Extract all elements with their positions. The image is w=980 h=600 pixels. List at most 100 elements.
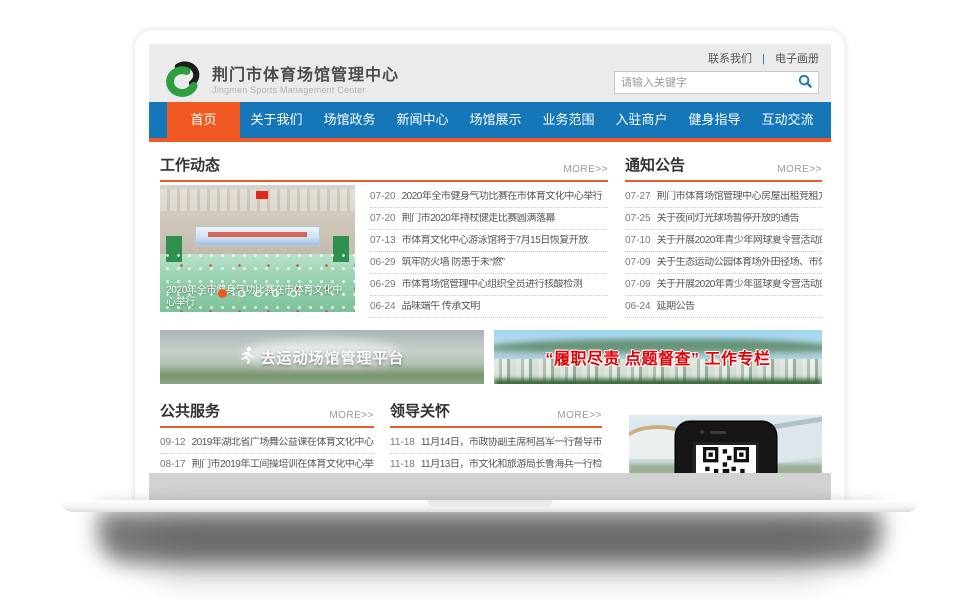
item-date: 06-24 xyxy=(370,301,396,313)
item-title: 品味端午 传承文明 xyxy=(402,301,480,313)
contact-link[interactable]: 联系我们 xyxy=(708,53,752,65)
list-item[interactable]: 07-20荆门市2020年持杖健走比赛圆满落幕 xyxy=(370,208,608,230)
nav-item-merchants[interactable]: 入驻商户 xyxy=(605,102,678,138)
search-box xyxy=(614,71,819,94)
list-item[interactable]: 06-24 品味端午 传承文明 xyxy=(370,296,608,318)
laptop-screen-frame: 联系我们 | 电子画册 荆门市体育场馆管理中心 Jingmen Sports M… xyxy=(135,30,845,500)
more-link[interactable]: MORE>> xyxy=(329,410,374,421)
banner-supervision-column[interactable]: “履职尽责 点题督查” 工作专栏 xyxy=(494,330,822,384)
search-input[interactable] xyxy=(615,77,792,89)
topbar-divider: | xyxy=(762,53,765,65)
section-title: 公共服务 xyxy=(160,400,220,421)
item-date: 07-09 xyxy=(625,279,651,291)
item-title: 关于开展2020年青少年篮球夏令营活动的通告 xyxy=(657,279,822,291)
site-title: 荆门市体育场馆管理中心 xyxy=(212,67,399,85)
item-title: 11月14日，市政协副主席柯昌军一行督导市生态运 xyxy=(421,437,602,449)
more-link[interactable]: MORE>> xyxy=(777,164,822,175)
item-date: 07-10 xyxy=(625,235,651,247)
album-link[interactable]: 电子画册 xyxy=(775,53,819,65)
qr-code-icon xyxy=(693,442,759,473)
list-item[interactable]: 06-29筑牢防火墙 防患于未“燃” xyxy=(370,252,608,274)
item-date: 11-18 xyxy=(390,437,415,449)
phone-camera xyxy=(700,430,704,434)
banner-left-text: 去运动场馆管理平台 xyxy=(260,347,404,368)
carousel-dot[interactable] xyxy=(272,290,279,297)
main-content: 工作动态 MORE>> 2020年全市健身气功比赛在市体育文化中心举行 xyxy=(149,142,831,473)
mobile-qr-image[interactable] xyxy=(629,415,822,473)
item-title: 关于生态运动公园体育场外田径场、市体育文化 xyxy=(657,257,822,269)
section-public-service: 公共服务 MORE>> 09-122019年湖北省广场舞公益课在体育文化中心落幕… xyxy=(160,400,374,476)
section-work-news: 工作动态 MORE>> 2020年全市健身气功比赛在市体育文化中心举行 xyxy=(160,154,608,182)
item-date: 11-18 xyxy=(390,459,415,471)
item-title: 关于夜间灯光球场暂停开放的通告 xyxy=(657,213,800,225)
topbar-links: 联系我们 | 电子画册 xyxy=(708,50,819,66)
main-nav: 首页 关于我们 场馆政务 新闻中心 场馆展示 业务范围 入驻商户 健身指导 互动… xyxy=(149,102,831,138)
section-leadership-care: 领导关怀 MORE>> 11-18 11月14日，市政协副主席柯昌军一行督导市生态… xyxy=(390,400,602,476)
banner-venue-platform[interactable]: 去运动场馆管理平台 xyxy=(160,330,484,384)
list-item[interactable]: 07-09 关于生态运动公园体育场外田径场、市体育文化 xyxy=(625,252,822,274)
item-title: 11月13日，市文化和旅游局长鲁海兵一行检查市生 xyxy=(421,459,602,471)
site-header: 联系我们 | 电子画册 荆门市体育场馆管理中心 Jingmen Sports M… xyxy=(149,44,831,102)
leader-list: 11-18 11月14日，市政协副主席柯昌军一行督导市生态运 11-18 11月13… xyxy=(390,432,602,476)
flag-icon xyxy=(256,191,268,199)
search-button[interactable] xyxy=(792,72,818,93)
banner-right-text: “履职尽责 点题督查” 工作专栏 xyxy=(546,345,771,369)
item-date: 09-12 xyxy=(160,437,186,449)
item-date: 07-27 xyxy=(625,191,651,203)
runner-icon xyxy=(239,346,255,368)
site-footer xyxy=(149,473,831,500)
page: 联系我们 | 电子画册 荆门市体育场馆管理中心 Jingmen Sports M… xyxy=(0,0,980,600)
list-item[interactable]: 07-10 关于开展2020年青少年网球夏令营活动的通告 xyxy=(625,230,822,252)
laptop-base-notch xyxy=(428,500,553,507)
service-list: 09-122019年湖北省广场舞公益课在体育文化中心落幕 08-17荆门市201… xyxy=(160,432,374,476)
carousel-dot[interactable] xyxy=(218,289,227,298)
item-title: 2020年全市健身气功比赛在市体育文化中心举行 xyxy=(402,191,603,203)
carousel-dot[interactable] xyxy=(290,290,297,297)
nav-item-interact[interactable]: 互动交流 xyxy=(751,102,824,138)
item-title: 市体育文化中心游泳馆将于7月15日恢复开放 xyxy=(402,235,588,247)
nav-item-venue-affairs[interactable]: 场馆政务 xyxy=(313,102,386,138)
item-date: 06-29 xyxy=(370,279,396,291)
carousel-dot[interactable] xyxy=(238,290,245,297)
nav-item-news[interactable]: 新闻中心 xyxy=(386,102,459,138)
more-link[interactable]: MORE>> xyxy=(557,410,602,421)
smartphone-image xyxy=(676,422,776,473)
item-date: 07-13 xyxy=(370,235,396,247)
logo-swoosh-icon xyxy=(163,57,205,104)
item-title: 延期公告 xyxy=(657,301,695,313)
section-title: 工作动态 xyxy=(160,154,220,175)
item-title: 筑牢防火墙 防患于未“燃” xyxy=(402,257,505,269)
site-subtitle: Jingmen Sports Management Center xyxy=(212,85,399,95)
nav-item-venue-show[interactable]: 场馆展示 xyxy=(459,102,532,138)
nav-item-business[interactable]: 业务范围 xyxy=(532,102,605,138)
section-title: 领导关怀 xyxy=(390,400,450,421)
list-item[interactable]: 07-27 荆门市体育场馆管理中心房屋出租竞租方案 xyxy=(625,186,822,208)
list-item[interactable]: 07-09 关于开展2020年青少年篮球夏令营活动的通告 xyxy=(625,274,822,296)
more-link[interactable]: MORE>> xyxy=(563,164,608,175)
item-date: 07-20 xyxy=(370,191,396,203)
carousel-dot[interactable] xyxy=(255,290,262,297)
list-item[interactable]: 09-122019年湖北省广场舞公益课在体育文化中心落幕 xyxy=(160,432,374,454)
site-logo[interactable]: 荆门市体育场馆管理中心 Jingmen Sports Management Ce… xyxy=(163,57,399,104)
nav-item-home[interactable]: 首页 xyxy=(167,102,240,138)
list-item[interactable]: 07-20 2020年全市健身气功比赛在市体育文化中心举行 xyxy=(370,186,608,208)
item-title: 荆门市体育场馆管理中心房屋出租竞租方案 xyxy=(657,191,822,203)
list-item[interactable]: 07-25关于夜间灯光球场暂停开放的通告 xyxy=(625,208,822,230)
section-notices: 通知公告 MORE>> 07-27 荆门市体育场馆管理中心房屋出租竞租方案 07-… xyxy=(625,154,822,318)
news-carousel[interactable]: 2020年全市健身气功比赛在市体育文化中心举行 xyxy=(160,185,355,312)
laptop-shadow-soft xyxy=(150,524,830,576)
carousel-photo-banner xyxy=(195,226,320,246)
phone-speaker xyxy=(710,431,726,434)
item-date: 07-09 xyxy=(625,257,651,269)
list-item[interactable]: 11-18 11月14日，市政协副主席柯昌军一行督导市生态运 xyxy=(390,432,602,454)
nav-item-about[interactable]: 关于我们 xyxy=(240,102,313,138)
list-item[interactable]: 07-13 市体育文化中心游泳馆将于7月15日恢复开放 xyxy=(370,230,608,252)
laptop-base xyxy=(62,500,918,512)
browser-viewport: 联系我们 | 电子画册 荆门市体育场馆管理中心 Jingmen Sports M… xyxy=(149,44,831,500)
list-item[interactable]: 06-29市体育场馆管理中心组织全员进行核酸检测 xyxy=(370,274,608,296)
nav-item-fitness[interactable]: 健身指导 xyxy=(678,102,751,138)
list-item[interactable]: 06-24延期公告 xyxy=(625,296,822,318)
section-title: 通知公告 xyxy=(625,154,685,175)
item-title: 关于开展2020年青少年网球夏令营活动的通告 xyxy=(657,235,822,247)
item-date: 07-20 xyxy=(370,213,396,225)
